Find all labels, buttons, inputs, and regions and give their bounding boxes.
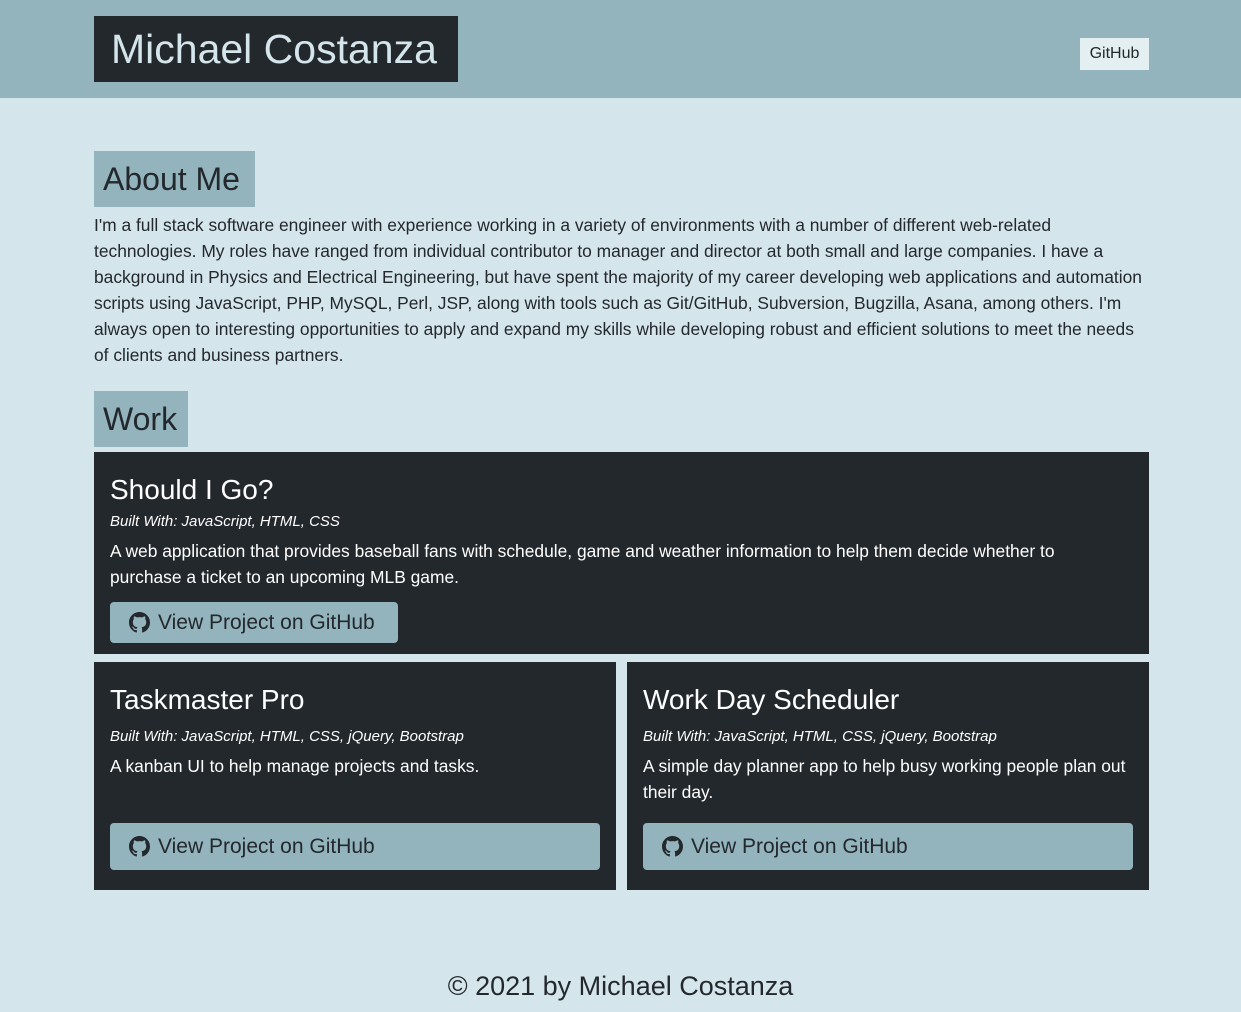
button-label: View Project on GitHub [691, 834, 908, 858]
project-title: Work Day Scheduler [643, 684, 900, 715]
nav-github-link[interactable]: GitHub [1080, 38, 1149, 70]
about-heading: About Me [94, 151, 255, 207]
project-card-should-i-go: Should I Go? Built With: JavaScript, HTM… [94, 452, 1149, 654]
footer-copyright: © 2021 by Michael Costanza [447, 971, 794, 1001]
github-icon [129, 612, 150, 633]
button-label: View Project on GitHub [158, 610, 375, 634]
site-footer: © 2021 by Michael Costanza [0, 960, 1241, 1010]
project-built-with: Built With: JavaScript, HTML, CSS [110, 513, 340, 530]
github-icon [662, 836, 683, 857]
project-built-with: Built With: JavaScript, HTML, CSS, jQuer… [110, 728, 464, 745]
project-description: A kanban UI to help manage projects and … [110, 756, 480, 776]
view-project-github-button[interactable]: View Project on GitHub [643, 823, 1133, 870]
work-heading: Work [94, 391, 188, 447]
site-name: Michael Costanza [94, 16, 458, 82]
project-description: A simple day planner app to help busy wo… [643, 756, 1126, 802]
site-header: Michael Costanza GitHub [0, 0, 1241, 98]
project-built-with: Built With: JavaScript, HTML, CSS, jQuer… [643, 728, 997, 745]
button-label: View Project on GitHub [158, 834, 375, 858]
view-project-github-button[interactable]: View Project on GitHub [110, 602, 398, 643]
about-text: I'm a full stack software engineer with … [94, 215, 1142, 365]
project-card-taskmaster-pro: Taskmaster Pro Built With: JavaScript, H… [94, 662, 616, 890]
project-card-work-day-scheduler: Work Day Scheduler Built With: JavaScrip… [627, 662, 1149, 890]
project-title: Taskmaster Pro [110, 684, 305, 715]
project-description: A web application that provides baseball… [110, 541, 1055, 587]
project-title: Should I Go? [110, 474, 274, 505]
github-icon [129, 836, 150, 857]
view-project-github-button[interactable]: View Project on GitHub [110, 823, 600, 870]
